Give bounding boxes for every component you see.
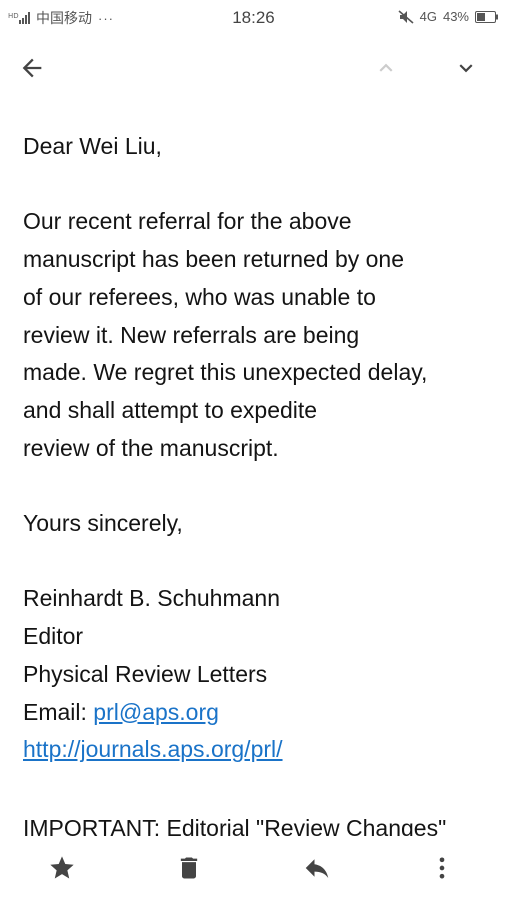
more-vert-icon [439, 857, 445, 879]
message-line: manuscript has been returned by one [23, 246, 405, 273]
star-button[interactable] [40, 846, 84, 890]
journal-url-link[interactable]: http://journals.aps.org/prl/ [23, 736, 283, 762]
previous-message-button[interactable] [366, 48, 406, 88]
reply-icon [305, 859, 329, 878]
more-options-button[interactable] [420, 846, 464, 890]
important-notice-line: IMPORTANT: Editorial "Review Changes" [23, 815, 447, 836]
message-line: and shall attempt to expedite [23, 396, 318, 423]
message-line: review it. New referrals are being [23, 321, 360, 348]
back-button[interactable] [12, 48, 52, 88]
status-right: 4G 43% [392, 9, 499, 24]
url-row: http://journals.aps.org/prl/ [23, 731, 493, 769]
battery-icon [475, 10, 498, 23]
signature-title: Editor [23, 623, 84, 650]
next-message-button[interactable] [446, 48, 486, 88]
email-row: Email: prl@aps.org [23, 694, 493, 732]
network-type: 4G [419, 9, 437, 24]
chevron-down-icon [459, 64, 473, 73]
message-line: Our recent referral for the above [23, 208, 352, 235]
message-body: Dear Wei Liu, Our recent referral for th… [23, 128, 493, 769]
star-icon [50, 856, 74, 879]
message-line: of our referees, who was unable to [23, 283, 376, 310]
battery-percent: 43% [442, 9, 469, 24]
signature-name: Reinhardt B. Schuhmann [23, 585, 280, 612]
message-line: review of the manuscript. [23, 434, 279, 461]
trash-icon [180, 857, 198, 879]
status-bar: HD 中国移动 ··· 18:26 4G 43% [0, 0, 507, 36]
bottom-action-bar [0, 836, 507, 900]
back-arrow-icon [22, 58, 42, 78]
message-line: made. We regret this unexpected delay, [23, 359, 428, 386]
message-line: Dear Wei Liu, [23, 133, 162, 159]
email-link[interactable]: prl@aps.org [93, 699, 219, 725]
chevron-up-icon [379, 63, 393, 72]
message-toolbar [0, 44, 507, 92]
reply-button[interactable] [295, 846, 339, 890]
message-line: Yours sincerely, [23, 510, 183, 536]
signature-journal: Physical Review Letters [23, 660, 268, 687]
mute-icon [398, 9, 414, 24]
delete-button[interactable] [167, 846, 211, 890]
email-label: Email: [23, 698, 94, 725]
